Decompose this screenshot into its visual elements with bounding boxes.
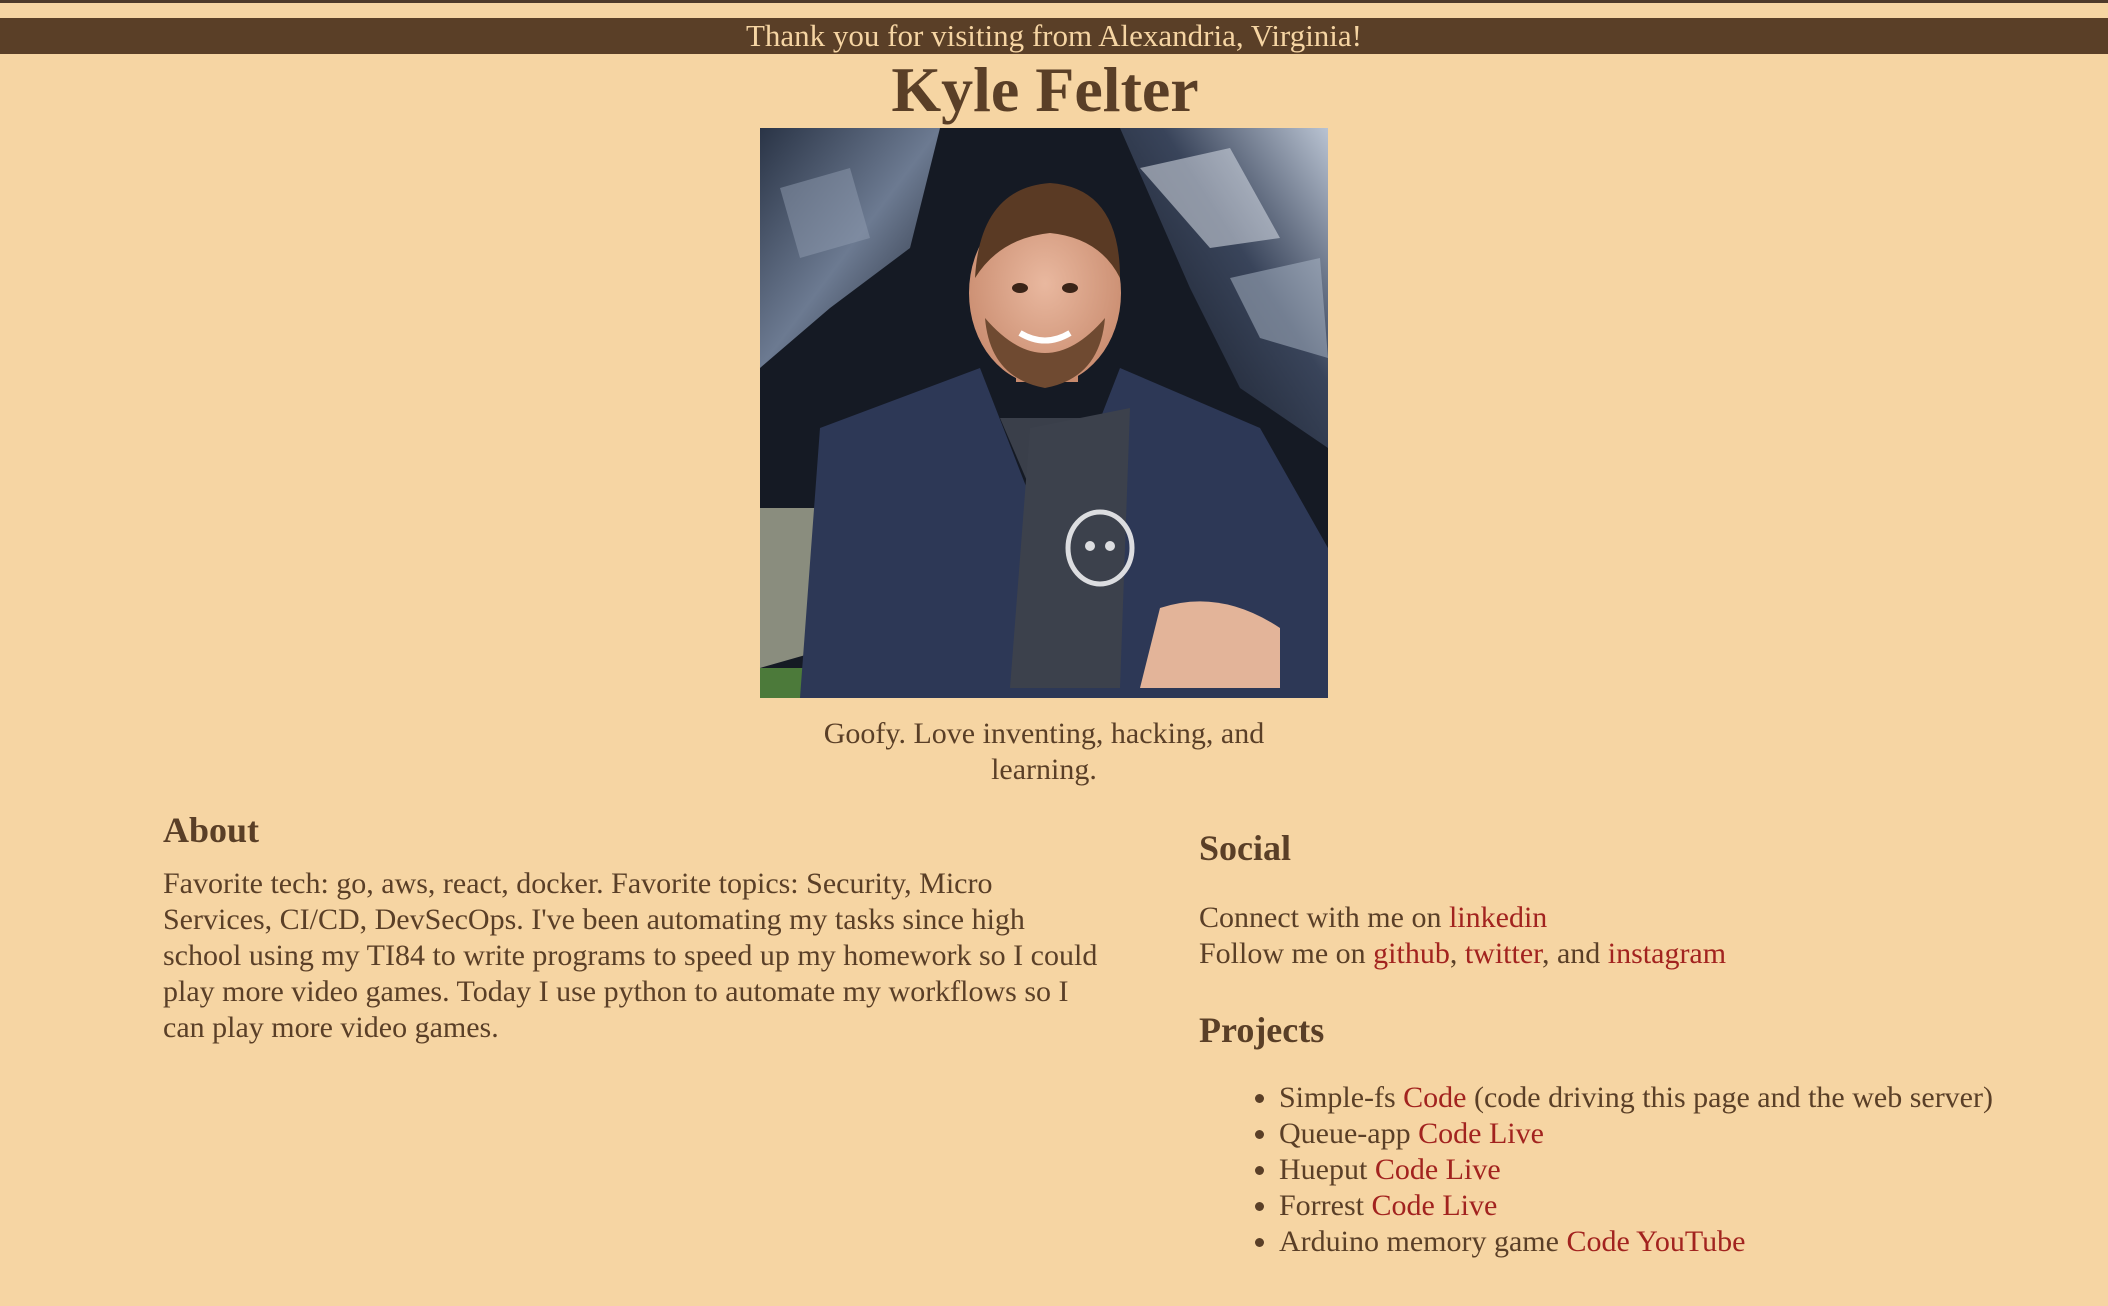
connect-prefix: Connect with me on — [1199, 901, 1449, 934]
project-note: (code driving this page and the web serv… — [1466, 1081, 1993, 1114]
social-links: Connect with me on linkedin Follow me on… — [1199, 900, 2079, 972]
separator: , — [1449, 937, 1465, 970]
about-heading: About — [163, 810, 260, 850]
about-body: Favorite tech: go, aws, react, docker. F… — [163, 867, 1098, 1044]
instagram-link[interactable]: instagram — [1608, 937, 1726, 970]
project-item: Arduino memory game Code YouTube — [1279, 1224, 2079, 1260]
project-name: Hueput — [1279, 1153, 1375, 1186]
project-live-link[interactable]: Live — [1442, 1189, 1497, 1222]
profile-tagline: Goofy. Love inventing, hacking, and lear… — [823, 717, 1265, 786]
twitter-link[interactable]: twitter — [1465, 937, 1542, 970]
project-name: Simple-fs — [1279, 1081, 1404, 1114]
project-item: Forrest Code Live — [1279, 1188, 2079, 1224]
projects-list: Simple-fs Code (code driving this page a… — [1199, 1080, 2079, 1260]
project-live-link[interactable]: Live — [1489, 1117, 1544, 1150]
project-item: Queue-app Code Live — [1279, 1116, 2079, 1152]
github-link[interactable]: github — [1373, 937, 1450, 970]
projects-heading: Projects — [1199, 1010, 1325, 1050]
project-name: Forrest — [1279, 1189, 1372, 1222]
page-title: Kyle Felter — [891, 54, 1199, 125]
separator: , and — [1541, 937, 1608, 970]
profile-photo — [760, 128, 1328, 698]
sidebar-section: Social Connect with me on linkedin Follo… — [1199, 826, 2079, 1260]
project-item: Simple-fs Code (code driving this page a… — [1279, 1080, 2079, 1116]
project-code-link[interactable]: Code — [1566, 1225, 1629, 1258]
linkedin-link[interactable]: linkedin — [1449, 901, 1547, 934]
project-name: Queue-app — [1279, 1117, 1419, 1150]
project-youtube-link[interactable]: YouTube — [1636, 1225, 1745, 1258]
project-code-link[interactable]: Code — [1375, 1153, 1438, 1186]
project-name: Arduino memory game — [1279, 1225, 1567, 1258]
project-item: Hueput Code Live — [1279, 1152, 2079, 1188]
project-code-link[interactable]: Code — [1418, 1117, 1481, 1150]
top-rule — [0, 0, 2108, 3]
connect-line: Connect with me on linkedin — [1199, 900, 2079, 936]
about-section: About Favorite tech: go, aws, react, doc… — [163, 808, 1103, 1046]
follow-line: Follow me on github, twitter, and instag… — [1199, 936, 2079, 972]
visitor-banner: Thank you for visiting from Alexandria, … — [0, 18, 2108, 54]
social-heading: Social — [1199, 828, 1292, 868]
project-live-link[interactable]: Live — [1446, 1153, 1501, 1186]
project-code-link[interactable]: Code — [1403, 1081, 1466, 1114]
follow-prefix: Follow me on — [1199, 937, 1374, 970]
project-code-link[interactable]: Code — [1372, 1189, 1435, 1222]
